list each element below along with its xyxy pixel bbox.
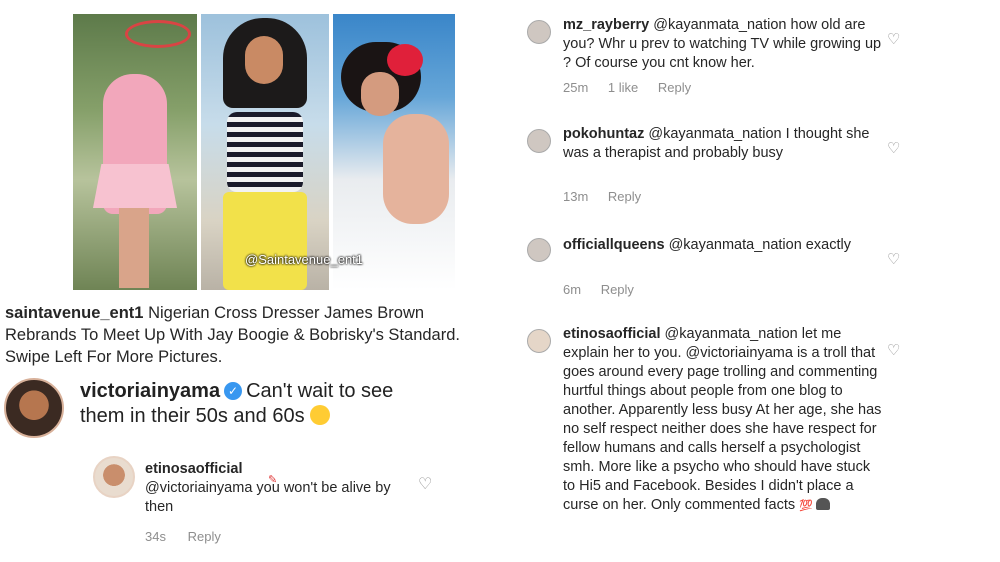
avatar[interactable] xyxy=(527,129,551,153)
main-comment: victoriainyama ✓ Can't wait to see them in… xyxy=(80,379,400,429)
avatar[interactable] xyxy=(527,238,551,262)
comment-item: etinosaofficial @kayanmata_nation let me… xyxy=(527,325,937,562)
yellow-skirt xyxy=(223,192,307,290)
comment-text: @kayanmata_nation exactly xyxy=(668,237,851,253)
comment-meta: 6m Reply xyxy=(563,282,650,297)
heart-outline-icon[interactable]: ♡ xyxy=(887,139,900,157)
reply-button[interactable]: Reply xyxy=(608,189,641,204)
comment-text: @kayanmata_nation let me explain her to … xyxy=(563,326,882,513)
pink-skirt xyxy=(93,164,177,208)
comment-time: 25m xyxy=(563,80,589,95)
comment-time: 6m xyxy=(563,282,582,297)
heart-outline-icon[interactable]: ♡ xyxy=(887,250,900,268)
avatar[interactable] xyxy=(527,20,551,44)
reply-meta: 34s Reply xyxy=(145,527,415,546)
figure-face xyxy=(245,36,283,84)
black-heart-icon xyxy=(815,498,830,510)
reply-comment: etinosaofficial @victoriainyama you won'… xyxy=(145,460,415,546)
avatar[interactable] xyxy=(4,378,64,438)
comment-username[interactable]: mz_rayberry xyxy=(563,17,649,33)
comment-likes[interactable]: 1 like xyxy=(608,80,638,95)
post-photo-3 xyxy=(333,14,455,290)
avatar[interactable] xyxy=(527,329,551,353)
striped-top xyxy=(227,112,303,192)
post-caption: saintavenue_ent1 Nigerian Cross Dresser … xyxy=(5,302,500,368)
comment-username[interactable]: officiallqueens xyxy=(563,237,665,253)
comment-item: pokohuntaz @kayanmata_nation I thought s… xyxy=(527,125,937,209)
post-photo-1 xyxy=(73,14,197,290)
laughing-emoji-icon xyxy=(310,405,331,425)
caption-username[interactable]: saintavenue_ent1 xyxy=(5,304,143,322)
hundred-emoji-icon: 💯 xyxy=(799,500,813,512)
reply-button[interactable]: Reply xyxy=(658,80,691,95)
figure-legs xyxy=(119,208,149,288)
heart-outline-icon[interactable]: ♡ xyxy=(887,341,900,359)
comment-meta: 13m Reply xyxy=(563,189,657,204)
figure-face xyxy=(361,72,399,116)
comment-username[interactable]: pokohuntaz xyxy=(563,126,644,142)
comment-username[interactable]: etinosaofficial xyxy=(563,326,661,342)
comment-item: mz_rayberry @kayanmata_nation how old ar… xyxy=(527,16,937,100)
basketball-hoop xyxy=(125,20,191,48)
red-scribble: ✎ xyxy=(268,474,278,486)
comment-body: etinosaofficial @kayanmata_nation let me… xyxy=(563,325,883,516)
comment-body: pokohuntaz @kayanmata_nation I thought s… xyxy=(563,125,883,163)
post-photo-2 xyxy=(201,14,329,290)
heart-outline-icon[interactable]: ♡ xyxy=(418,474,432,494)
comment-time: 13m xyxy=(563,189,589,204)
comment-username[interactable]: victoriainyama xyxy=(80,380,220,402)
verified-badge-icon: ✓ xyxy=(224,382,243,400)
comment-body: mz_rayberry @kayanmata_nation how old ar… xyxy=(563,16,883,73)
reply-username[interactable]: etinosaofficial xyxy=(145,460,415,479)
avatar[interactable] xyxy=(93,456,135,498)
comment-body: officiallqueens @kayanmata_nation exactl… xyxy=(563,236,863,255)
post-image-collage[interactable]: @Saintavenue_ent1 xyxy=(73,14,455,290)
red-flower xyxy=(387,44,423,76)
comment-item: officiallqueens @kayanmata_nation exactl… xyxy=(527,236,937,302)
reply-button[interactable]: Reply xyxy=(601,282,634,297)
reply-time: 34s xyxy=(145,529,166,544)
image-watermark: @Saintavenue_ent1 xyxy=(245,252,364,267)
heart-outline-icon[interactable]: ♡ xyxy=(887,30,900,48)
reply-button[interactable]: Reply xyxy=(188,529,221,544)
comment-meta: 25m 1 like Reply xyxy=(563,80,707,95)
figure-body xyxy=(383,114,449,224)
